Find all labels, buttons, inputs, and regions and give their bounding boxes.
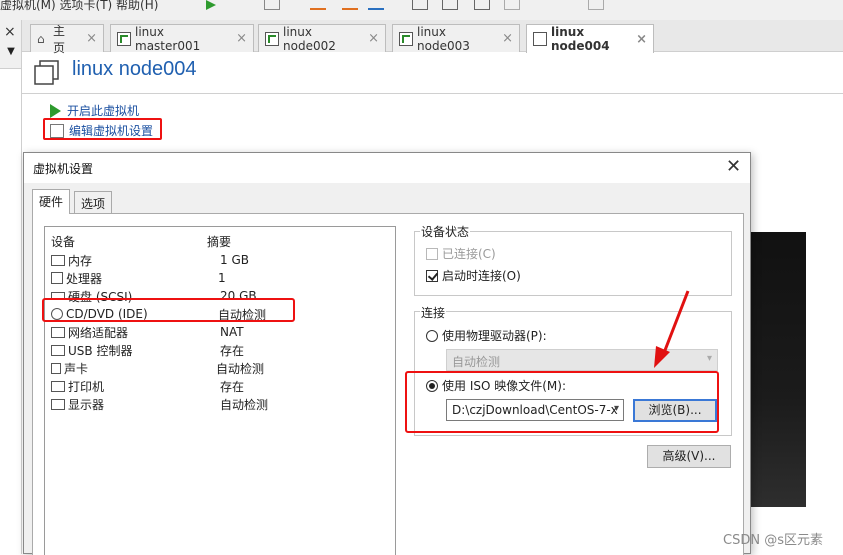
device-summary: 自动检测 [220,397,269,412]
device-row-sound[interactable]: 声卡 自动检测 [51,359,391,377]
tab-label: linux node002 [283,24,336,53]
dialog-title: 虚拟机设置 [33,162,94,176]
sound-icon [51,362,61,374]
revert-icon[interactable] [310,0,326,10]
chevron-down-icon[interactable]: ▼ [4,46,18,60]
start-vm-label: 开启此虚拟机 [67,104,140,118]
divider [22,93,843,94]
device-summary: 存在 [220,379,245,394]
physical-drive-radio-row[interactable]: 使用物理驱动器(P): [426,327,547,344]
arrow-annotation [624,288,704,378]
home-icon: ⌂ [37,31,45,46]
vm-settings-dialog: 虚拟机设置 ✕ 硬件 选项 设备 摘要 内存 1 GB 处理器 1 硬盘 (SC… [23,152,751,555]
device-row-printer[interactable]: 打印机 存在 [51,377,391,395]
vm-icon [34,60,60,86]
snapshot-manager-icon[interactable] [368,0,384,10]
device-summary: NAT [220,325,244,339]
page-title: linux node004 [72,58,197,80]
device-name: 网络适配器 [68,325,129,340]
stretch-icon[interactable] [588,0,604,10]
connection-title: 连接 [420,304,447,321]
device-name: USB 控制器 [68,343,133,358]
tab-linux-node002[interactable]: linux node002 × [258,24,386,53]
vm-icon [117,31,131,46]
physical-drive-value: 自动检测 [452,355,501,369]
vm-icon [399,31,413,46]
play-icon [50,103,61,118]
snapshot-icon[interactable] [264,0,280,10]
tab-linux-master001[interactable]: linux master001 × [110,24,254,53]
tab-hardware[interactable]: 硬件 [32,189,71,214]
toolbar: 虚拟机(M) 选项卡(T) 帮助(H) [0,0,843,20]
vm-preview-screen [750,232,806,507]
close-icon[interactable]: × [626,32,647,47]
device-summary: 1 [218,271,226,285]
device-row-usb[interactable]: USB 控制器 存在 [51,341,391,359]
connected-checkbox[interactable] [426,248,438,260]
fullscreen-icon[interactable] [442,0,458,10]
chevron-down-icon: ▾ [706,353,712,364]
device-name: 打印机 [68,379,105,394]
start-vm-link[interactable]: 开启此虚拟机 [50,102,139,119]
device-row-cpu[interactable]: 处理器 1 [51,269,391,287]
connect-at-power-on-checkbox[interactable] [426,270,438,282]
close-icon[interactable]: × [226,31,247,46]
device-name: 内存 [68,253,93,268]
connect-at-power-on-row[interactable]: 启动时连接(O) [426,267,521,284]
highlight-box [42,298,295,322]
device-row-memory[interactable]: 内存 1 GB [51,251,391,269]
connected-label: 已连接(C) [442,247,496,261]
usb-icon [51,344,65,356]
unity-icon[interactable] [474,0,490,10]
device-name: 处理器 [66,271,103,286]
cpu-icon [51,272,63,284]
device-status-group [414,231,732,296]
tab-linux-node003[interactable]: linux node003 × [392,24,520,53]
tab-label: linux node003 [417,24,470,53]
display-icon [51,398,65,410]
device-row-display[interactable]: 显示器 自动检测 [51,395,391,413]
device-name: 显示器 [68,397,105,412]
summary-column-header[interactable]: 摘要 [207,233,231,250]
device-row-network[interactable]: 网络适配器 NAT [51,323,391,341]
memory-icon [51,254,65,266]
close-icon[interactable]: × [358,31,379,46]
device-list: 设备 摘要 内存 1 GB 处理器 1 硬盘 (SCSI) 20 GB CD/D… [44,226,396,555]
device-name: 声卡 [64,361,89,376]
connect-at-power-on-label: 启动时连接(O) [442,269,521,283]
tab-linux-node004[interactable]: linux node004 × [526,24,654,53]
revert-snapshot-icon[interactable] [342,0,358,10]
highlight-box [43,118,162,140]
device-summary: 1 GB [220,253,249,267]
tab-home[interactable]: ⌂ 主页 × [30,24,104,55]
highlight-box [405,371,719,433]
connected-checkbox-row[interactable]: 已连接(C) [426,245,496,262]
console-icon[interactable] [504,0,520,10]
device-summary: 存在 [220,343,245,358]
device-column-header[interactable]: 设备 [51,233,75,250]
menu-bar-text[interactable]: 虚拟机(M) 选项卡(T) 帮助(H) [0,0,158,13]
physical-drive-label: 使用物理驱动器(P): [442,329,547,343]
device-summary: 自动检测 [216,361,265,376]
tab-label: 主页 [53,23,66,55]
tab-options[interactable]: 选项 [74,191,113,213]
printer-icon [51,380,65,392]
tab-label: linux master001 [135,24,201,53]
watermark: CSDN @s区元素 [723,533,823,548]
device-status-title: 设备状态 [420,223,471,240]
tab-label: linux node004 [551,25,610,53]
vm-icon [533,32,547,46]
library-tree[interactable] [0,68,21,554]
network-icon [51,326,65,338]
play-icon[interactable] [206,0,222,10]
dialog-titlebar [24,153,750,183]
vm-icon [265,31,279,46]
close-icon[interactable]: × [4,24,16,40]
close-icon[interactable]: × [76,31,97,46]
close-icon[interactable]: ✕ [726,156,741,177]
advanced-button[interactable]: 高级(V)... [647,445,731,468]
physical-drive-radio[interactable] [426,330,438,342]
close-icon[interactable]: × [492,31,513,46]
view-icon[interactable] [412,0,428,10]
